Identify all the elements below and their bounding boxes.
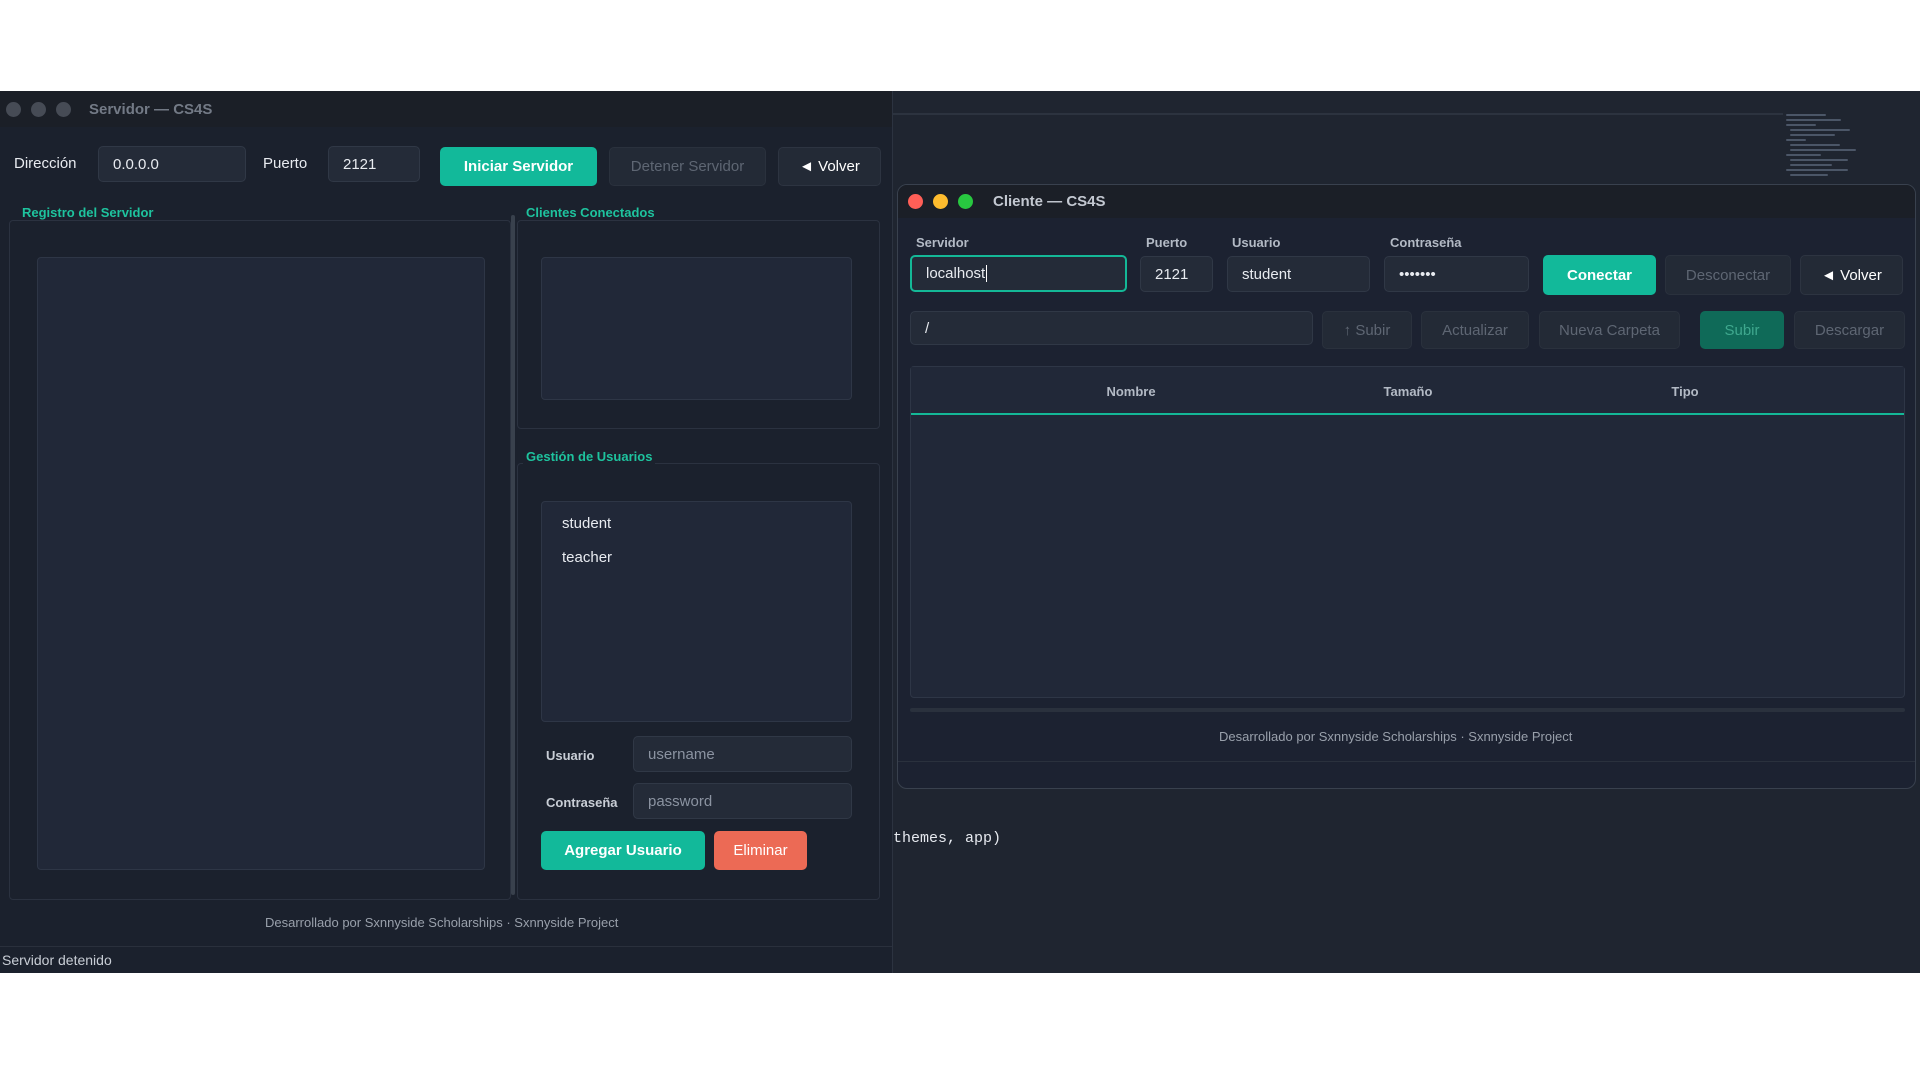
new-password-input[interactable]: password — [633, 783, 852, 819]
client-window: Cliente — CS4S Servidor Puerto Usuario C… — [897, 184, 1916, 789]
descargar-button[interactable]: Descargar — [1794, 311, 1905, 349]
nueva-carpeta-button[interactable]: Nueva Carpeta — [1539, 311, 1680, 349]
client-puerto-input[interactable]: 2121 — [1140, 256, 1213, 292]
subir-archivo-button[interactable]: Subir — [1700, 311, 1784, 349]
server-log-panel[interactable] — [37, 257, 485, 870]
remote-files-table[interactable]: Nombre Tamaño Tipo — [910, 366, 1905, 698]
text-cursor — [986, 265, 988, 282]
editor-code-text: themes, app) — [893, 830, 1002, 847]
server-status-bar: Servidor detenido — [0, 946, 892, 973]
server-splitter[interactable] — [511, 215, 515, 895]
client-maximize-button[interactable] — [958, 194, 973, 209]
iniciar-servidor-button[interactable]: Iniciar Servidor — [440, 147, 597, 186]
direccion-label: Dirección — [14, 155, 77, 172]
editor-minimap — [1782, 110, 1872, 186]
clientes-title: Clientes Conectados — [523, 205, 658, 220]
client-puerto-label: Puerto — [1146, 235, 1188, 250]
user-list-item[interactable]: student — [562, 515, 611, 532]
user-list-item[interactable]: teacher — [562, 549, 612, 566]
server-titlebar: Servidor — CS4S — [0, 91, 892, 127]
eliminar-usuario-button[interactable]: Eliminar — [714, 831, 807, 870]
remote-path-input[interactable]: / — [910, 311, 1313, 345]
direccion-input[interactable]: 0.0.0.0 — [98, 146, 246, 182]
servidor-input[interactable]: localhost — [910, 255, 1127, 292]
column-tipo[interactable]: Tipo — [1671, 384, 1698, 399]
client-volver-button[interactable]: ◄ Volver — [1800, 255, 1903, 295]
conectar-button[interactable]: Conectar — [1543, 255, 1656, 295]
server-puerto-label: Puerto — [263, 155, 308, 172]
client-footer-divider — [898, 761, 1915, 762]
column-tamano[interactable]: Tamaño — [1384, 384, 1433, 399]
agregar-usuario-button[interactable]: Agregar Usuario — [541, 831, 705, 870]
server-puerto-input[interactable]: 2121 — [328, 146, 420, 182]
server-minimize-button[interactable] — [31, 101, 46, 117]
server-close-button[interactable] — [6, 101, 21, 117]
client-titlebar: Cliente — CS4S — [898, 185, 1915, 219]
server-maximize-button[interactable] — [56, 101, 71, 117]
desconectar-button[interactable]: Desconectar — [1665, 255, 1791, 295]
client-usuario-label: Usuario — [1232, 235, 1281, 250]
detener-servidor-button[interactable]: Detener Servidor — [609, 147, 766, 186]
actualizar-button[interactable]: Actualizar — [1421, 311, 1529, 349]
client-minimize-button[interactable] — [933, 194, 948, 209]
server-footer: Desarrollado por Sxnnyside Scholarships … — [265, 915, 619, 930]
new-usuario-label: Usuario — [546, 748, 595, 763]
client-password-input[interactable]: ••••••• — [1384, 256, 1529, 292]
table-header: Nombre Tamaño Tipo — [911, 367, 1904, 415]
client-usuario-input[interactable]: student — [1227, 256, 1370, 292]
registro-title: Registro del Servidor — [19, 205, 157, 220]
new-username-input[interactable]: username — [633, 736, 852, 772]
column-nombre[interactable]: Nombre — [1106, 384, 1155, 399]
client-footer: Desarrollado por Sxnnyside Scholarships … — [1219, 729, 1573, 744]
servidor-label: Servidor — [916, 235, 969, 250]
server-volver-button[interactable]: ◄ Volver — [778, 147, 881, 186]
new-contrasena-label: Contraseña — [546, 795, 618, 810]
subir-directorio-button[interactable]: ↑ Subir — [1322, 311, 1412, 349]
server-window-title: Servidor — CS4S — [89, 100, 213, 118]
servidor-value: localhost — [926, 265, 986, 282]
horizontal-scrollbar[interactable] — [910, 708, 1905, 712]
usuarios-title: Gestión de Usuarios — [523, 449, 656, 464]
server-window: Servidor — CS4S Dirección 0.0.0.0 Puerto… — [0, 91, 893, 973]
usuarios-list[interactable]: student teacher — [541, 501, 852, 722]
client-contrasena-label: Contraseña — [1390, 235, 1462, 250]
editor-divider — [893, 113, 1783, 115]
client-window-title: Cliente — CS4S — [993, 193, 1106, 210]
server-status-text: Servidor detenido — [2, 952, 112, 968]
client-close-button[interactable] — [908, 194, 923, 209]
clientes-list[interactable] — [541, 257, 852, 400]
